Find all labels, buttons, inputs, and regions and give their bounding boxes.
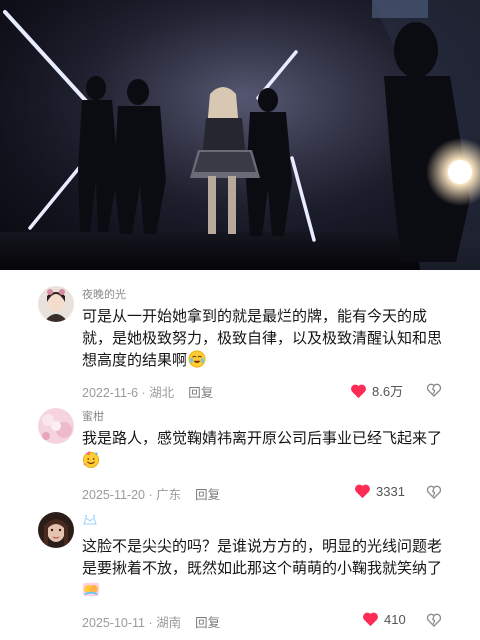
comment-text: 我是路人，感觉鞠婧祎离开原公司后事业已经飞起来了 [82, 428, 454, 472]
avatar[interactable] [38, 286, 74, 322]
comment-text: 可是从一开始她拿到的就是最烂的牌，能有今天的成就，是她极致努力，极致自律，以及极… [82, 306, 454, 372]
dislike-heart-icon[interactable] [426, 382, 442, 398]
comment-text-content: 可是从一开始她拿到的就是最烂的牌，能有今天的成就，是她极致努力，极致自律，以及极… [82, 308, 443, 369]
avatar[interactable] [38, 408, 74, 444]
comment-text: 这脸不是尖尖的吗？是谁说方方的，明显的光线问题老是要揪着不放，既然如此那这个萌萌… [82, 536, 454, 602]
comment-date: 2022-11-6 [82, 386, 139, 400]
like-button[interactable]: 3331 [354, 483, 405, 499]
comment-meta: 2025-11-20 · 广东 回复 [82, 488, 221, 502]
dislike-heart-icon[interactable] [426, 612, 442, 628]
like-count: 8.6万 [372, 384, 404, 399]
like-count: 410 [384, 611, 406, 627]
sparkle-icon [83, 515, 97, 525]
heart-icon [355, 484, 370, 499]
reply-button[interactable]: 回复 [188, 386, 213, 400]
comment-location: 广东 [156, 488, 182, 502]
comment-date: 2025-10-11 [82, 616, 146, 630]
like-button[interactable]: 410 [362, 611, 406, 627]
party-face-emoji [82, 450, 100, 468]
comment-date: 2025-11-20 [82, 488, 146, 502]
teary-smile-emoji [188, 350, 206, 368]
comment-meta: 2025-10-11 · 湖南 回复 [82, 616, 221, 630]
reply-button[interactable]: 回复 [195, 488, 220, 502]
comment-location: 湖南 [156, 616, 182, 630]
dislike-heart-icon[interactable] [426, 484, 442, 500]
like-button[interactable]: 8.6万 [350, 381, 403, 400]
stage-photo [0, 0, 480, 270]
comment-username[interactable]: 蜜柑 [82, 408, 104, 424]
comment-username[interactable]: 夜晚的光 [82, 286, 126, 302]
reply-button[interactable]: 回复 [195, 616, 220, 630]
concert-scene-image [0, 0, 480, 270]
avatar[interactable] [38, 512, 74, 548]
comment-meta: 2022-11-6 · 湖北 回复 [82, 386, 214, 400]
heart-icon [351, 384, 366, 398]
heart-icon [363, 612, 378, 627]
comment-text-content: 我是路人，感觉鞠婧祎离开原公司后事业已经飞起来了 [82, 430, 443, 447]
comment-list: 夜晚的光 可是从一开始她拿到的就是最烂的牌，能有今天的成就，是她极致努力，极致自… [0, 270, 480, 640]
like-count: 3331 [376, 483, 405, 499]
hug-emoji [82, 582, 100, 597]
comment-location: 湖北 [149, 386, 175, 400]
comment-text-content: 这脸不是尖尖的吗？是谁说方方的，明显的光线问题老是要揪着不放，既然如此那这个萌萌… [82, 538, 443, 577]
